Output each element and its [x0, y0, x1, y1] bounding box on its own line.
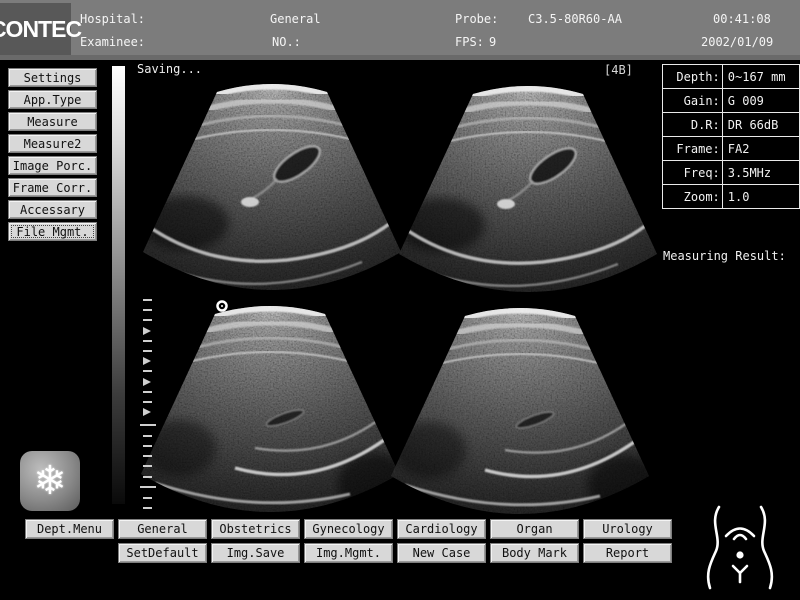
gain-label: Gain: [663, 89, 723, 113]
contec-logo: CONTEC [0, 3, 71, 55]
patient-no-label: NO.: [272, 35, 301, 49]
fps-label: FPS: [455, 35, 484, 49]
sidebar-item-measure[interactable]: Measure [8, 112, 97, 131]
frame-value: FA2 [722, 137, 799, 161]
snowflake-icon: ❄ [33, 458, 67, 504]
table-row: Freq:3.5MHz [663, 161, 800, 185]
ultrasound-frame-1[interactable] [141, 84, 401, 290]
gain-value: G 009 [722, 89, 799, 113]
sidebar-item-settings[interactable]: Settings [8, 68, 97, 87]
examinee-label: Examinee: [80, 35, 145, 49]
measuring-result-label: Measuring Result: [663, 249, 786, 263]
hospital-value: General [270, 12, 321, 26]
hospital-label: Hospital: [80, 12, 145, 26]
fps-value: 9 [489, 35, 496, 49]
clock-time: 00:41:08 [713, 12, 771, 26]
parameter-table: Depth:0~167 mm Gain:G 009 D.R:DR 66dB Fr… [662, 64, 800, 209]
date-value: 2002/01/09 [701, 35, 773, 49]
sidebar-item-image-proc[interactable]: Image Porc. [8, 156, 97, 175]
action-img-save[interactable]: Img.Save [211, 543, 300, 563]
table-row: D.R:DR 66dB [663, 113, 800, 137]
ultrasound-frame-2[interactable] [397, 86, 657, 292]
table-row: Depth:0~167 mm [663, 65, 800, 89]
header-bar: CONTEC Hospital: General Probe: C3.5-80R… [0, 0, 800, 55]
menu-general[interactable]: General [118, 519, 207, 539]
menu-cardiology[interactable]: Cardiology [397, 519, 486, 539]
action-img-mgmt[interactable]: Img.Mgmt. [304, 543, 393, 563]
freq-label: Freq: [663, 161, 723, 185]
grayscale-bar [112, 66, 125, 504]
ultrasound-quad-display[interactable] [128, 58, 660, 518]
circle-marker-icon [218, 302, 227, 311]
frame-label: Frame: [663, 137, 723, 161]
abdomen-body-mark-icon [692, 503, 788, 593]
menu-obstetrics[interactable]: Obstetrics [211, 519, 300, 539]
sidebar-item-frame-corr[interactable]: Frame Corr. [8, 178, 97, 197]
table-row: Frame:FA2 [663, 137, 800, 161]
freeze-indicator: ❄ [20, 451, 80, 511]
zoom-value: 1.0 [722, 185, 799, 209]
table-row: Gain:G 009 [663, 89, 800, 113]
dr-label: D.R: [663, 113, 723, 137]
probe-value: C3.5-80R60-AA [528, 12, 622, 26]
action-body-mark[interactable]: Body Mark [490, 543, 579, 563]
dr-value: DR 66dB [722, 113, 799, 137]
sidebar-item-accessary[interactable]: Accessary [8, 200, 97, 219]
menu-urology[interactable]: Urology [583, 519, 672, 539]
menu-organ[interactable]: Organ [490, 519, 579, 539]
action-set-default[interactable]: SetDefault [118, 543, 207, 563]
sidebar-item-file-mgmt[interactable]: File Mgmt. [8, 222, 97, 241]
table-row: Zoom:1.0 [663, 185, 800, 209]
sidebar-item-app-type[interactable]: App.Type [8, 90, 97, 109]
sidebar-item-measure2[interactable]: Measure2 [8, 134, 97, 153]
action-new-case[interactable]: New Case [397, 543, 486, 563]
ultrasound-frame-3[interactable] [141, 306, 408, 513]
menu-dept-menu[interactable]: Dept.Menu [25, 519, 114, 539]
freq-value: 3.5MHz [722, 161, 799, 185]
action-report[interactable]: Report [583, 543, 672, 563]
ultrasound-canvas [128, 58, 660, 518]
depth-label: Depth: [663, 65, 723, 89]
ultrasound-screen: CONTEC Hospital: General Probe: C3.5-80R… [0, 0, 800, 600]
zoom-label: Zoom: [663, 185, 723, 209]
probe-label: Probe: [455, 12, 498, 26]
ultrasound-frame-4[interactable] [391, 308, 658, 515]
menu-gynecology[interactable]: Gynecology [304, 519, 393, 539]
depth-value: 0~167 mm [722, 65, 799, 89]
